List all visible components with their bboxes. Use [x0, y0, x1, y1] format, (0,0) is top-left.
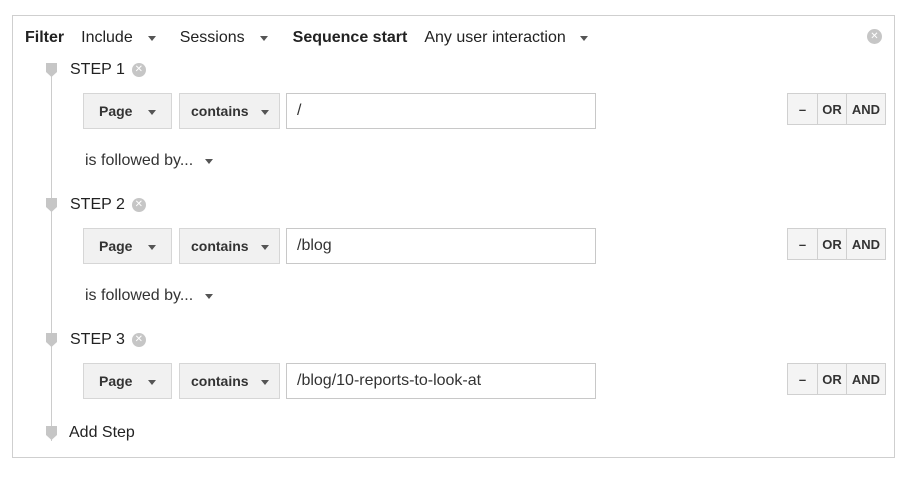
step-1-dimension-value: Page [99, 103, 133, 119]
add-step-link[interactable]: Add Step [69, 424, 135, 442]
followed-by-1-value: is followed by... [85, 152, 194, 169]
step-1-value-input[interactable]: / [286, 93, 596, 129]
sequence-start-label: Sequence start [292, 29, 408, 46]
step-3-dimension-value: Page [99, 373, 133, 389]
step-2-label: STEP 2 [70, 196, 125, 213]
step-1-label: STEP 1 [70, 61, 125, 78]
step-3-dimension-dropdown[interactable]: Page [83, 363, 172, 399]
chevron-down-icon [147, 35, 156, 41]
followed-by-dropdown-2[interactable]: is followed by... [85, 287, 214, 305]
step-3-and-button[interactable]: AND [846, 363, 886, 395]
step-2-operator-dropdown[interactable]: contains [179, 228, 280, 264]
step-marker-icon [46, 426, 57, 440]
chevron-down-icon [579, 35, 588, 41]
remove-step-2-icon[interactable]: ✕ [131, 198, 146, 212]
step-3-operator-value: contains [191, 373, 249, 389]
step-1-or-button[interactable]: OR [817, 93, 847, 125]
step-2-button-group: – OR AND [787, 228, 886, 260]
step-marker-icon [46, 63, 57, 77]
filter-label: Filter [25, 29, 65, 46]
step-2-operator-value: contains [191, 238, 249, 254]
remove-step-1-icon[interactable]: ✕ [131, 63, 146, 77]
chevron-down-icon [148, 245, 156, 250]
include-dropdown-value: Include [81, 29, 133, 46]
step-1-and-button[interactable]: AND [846, 93, 886, 125]
sequence-start-dropdown[interactable]: Any user interaction [424, 29, 588, 47]
scope-dropdown[interactable]: Sessions [180, 29, 268, 47]
step-1-operator-dropdown[interactable]: contains [179, 93, 280, 129]
step-2-value-input[interactable]: /blog [286, 228, 596, 264]
step-3-operator-dropdown[interactable]: contains [179, 363, 280, 399]
step-3-label-group: STEP 3 ✕ [70, 331, 146, 349]
step-2-remove-button[interactable]: – [787, 228, 818, 260]
step-3-label: STEP 3 [70, 331, 125, 348]
step-2-and-button[interactable]: AND [846, 228, 886, 260]
step-1-operator-value: contains [191, 103, 249, 119]
chevron-down-icon [261, 245, 269, 250]
sequence-filter-panel: Filter Include Sessions Sequence start A… [12, 15, 895, 458]
chevron-down-icon [148, 110, 156, 115]
step-marker-icon [46, 198, 57, 212]
scope-dropdown-value: Sessions [179, 29, 245, 46]
close-filter-icon[interactable]: ✕ [867, 29, 882, 44]
chevron-down-icon [259, 35, 268, 41]
step-1-label-group: STEP 1 ✕ [70, 61, 146, 79]
step-marker-icon [46, 333, 57, 347]
include-dropdown[interactable]: Include [81, 29, 156, 47]
followed-by-2-value: is followed by... [85, 287, 194, 304]
chevron-down-icon [261, 380, 269, 385]
followed-by-dropdown-1[interactable]: is followed by... [85, 152, 214, 170]
chevron-down-icon [148, 380, 156, 385]
step-3-or-button[interactable]: OR [817, 363, 847, 395]
chevron-down-icon [205, 293, 214, 299]
step-3-button-group: – OR AND [787, 363, 886, 395]
step-2-or-button[interactable]: OR [817, 228, 847, 260]
chevron-down-icon [205, 158, 214, 164]
step-3-remove-button[interactable]: – [787, 363, 818, 395]
remove-step-3-icon[interactable]: ✕ [131, 333, 146, 347]
step-3-value-input[interactable]: /blog/10-reports-to-look-at [286, 363, 596, 399]
step-1-dimension-dropdown[interactable]: Page [83, 93, 172, 129]
chevron-down-icon [261, 110, 269, 115]
step-2-dimension-dropdown[interactable]: Page [83, 228, 172, 264]
sequence-start-value: Any user interaction [424, 29, 566, 46]
step-timeline [51, 71, 52, 441]
filter-header: Filter Include Sessions Sequence start A… [25, 28, 588, 48]
step-1-button-group: – OR AND [787, 93, 886, 125]
step-2-label-group: STEP 2 ✕ [70, 196, 146, 214]
step-2-dimension-value: Page [99, 238, 133, 254]
step-1-remove-button[interactable]: – [787, 93, 818, 125]
